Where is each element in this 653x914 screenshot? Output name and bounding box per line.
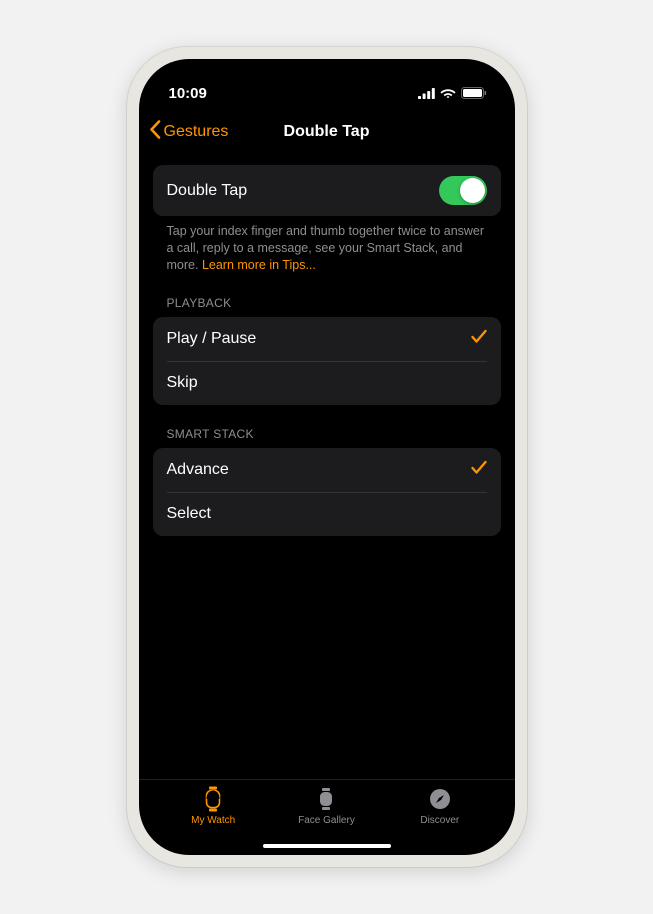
tab-label: Discover [420,815,459,826]
smart-stack-option-advance[interactable]: Advance [153,448,501,492]
playback-option-play-pause[interactable]: Play / Pause [153,317,501,361]
tab-label: My Watch [191,815,235,826]
tab-label: Face Gallery [298,815,355,826]
checkmark-icon [471,460,487,480]
tab-my-watch[interactable]: My Watch [157,786,270,855]
double-tap-switch[interactable] [439,176,487,205]
tab-discover[interactable]: Discover [383,786,496,855]
phone-frame: 10:09 Gestures Double Tap [127,47,527,867]
compass-icon [429,786,451,812]
playback-header: PLAYBACK [153,274,501,317]
phone-screen: 10:09 Gestures Double Tap [139,59,515,855]
nav-bar: Gestures Double Tap [139,111,515,153]
smart-stack-option-select[interactable]: Select [167,492,487,536]
back-label: Gestures [164,123,229,141]
option-label: Skip [167,374,198,392]
status-time: 10:09 [169,85,207,102]
dynamic-island [271,71,383,103]
watch-icon [203,786,223,812]
playback-option-skip[interactable]: Skip [167,361,487,405]
option-label: Play / Pause [167,330,257,348]
chevron-left-icon [149,120,161,144]
smart-stack-group: Advance Select [153,448,501,536]
double-tap-toggle-row[interactable]: Double Tap [153,165,501,216]
content-area: Double Tap Tap your index finger and thu… [139,153,515,779]
back-button[interactable]: Gestures [149,120,229,144]
checkmark-icon [471,329,487,349]
option-label: Select [167,505,211,523]
wifi-icon [440,88,456,99]
face-gallery-icon [317,786,335,812]
smart-stack-header: SMART STACK [153,405,501,448]
nav-title: Double Tap [284,123,370,141]
battery-icon [461,87,487,99]
double-tap-label: Double Tap [167,182,248,200]
home-indicator[interactable] [263,844,391,849]
playback-group: Play / Pause Skip [153,317,501,405]
toggle-knob [460,178,485,203]
learn-more-link[interactable]: Learn more in Tips... [202,258,316,272]
main-toggle-group: Double Tap [153,165,501,216]
double-tap-description: Tap your index finger and thumb together… [153,216,501,274]
status-right [418,87,487,99]
cellular-signal-icon [418,88,435,99]
option-label: Advance [167,461,229,479]
